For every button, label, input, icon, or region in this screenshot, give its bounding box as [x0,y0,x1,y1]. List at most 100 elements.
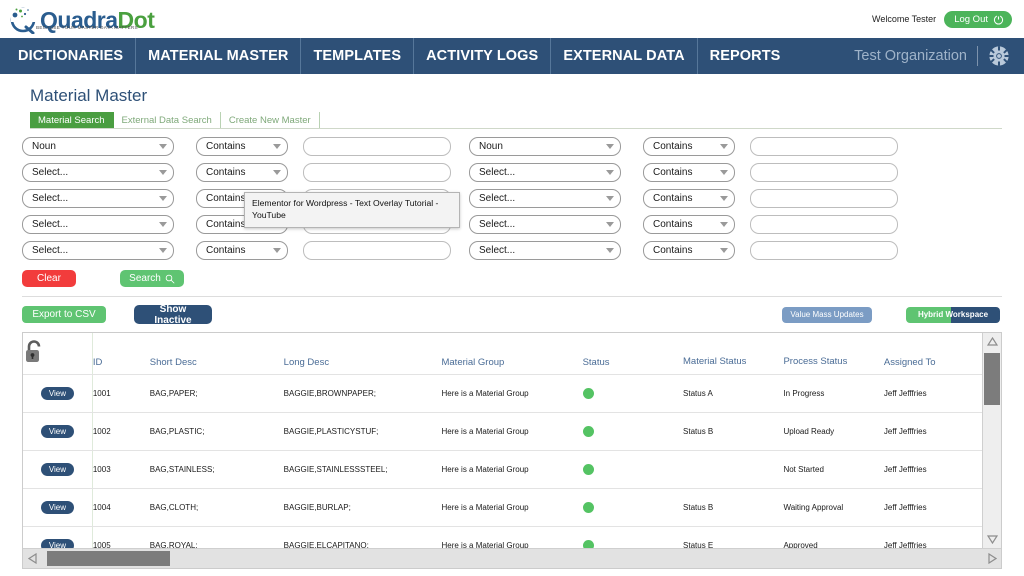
nav-item-material-master[interactable]: MATERIAL MASTER [136,38,302,74]
vertical-scroll-track[interactable] [983,349,1001,532]
chevron-down-icon [159,248,167,253]
column-header-status[interactable]: Status [582,333,684,375]
field-select-left-5[interactable]: Select... [22,241,174,260]
cell-id: 1004 [92,488,150,527]
logout-button[interactable]: Log Out [944,10,1012,28]
view-button[interactable]: View [40,500,75,514]
value-input-right-3[interactable] [750,189,898,208]
chevron-down-icon [720,222,728,227]
column-header-long-desc[interactable]: Long Desc [283,333,442,375]
gear-icon[interactable] [988,45,1010,67]
value-input-right-1[interactable] [750,137,898,156]
operator-select-left-2-value: Contains [206,167,246,178]
main-navigation: DICTIONARIES MATERIAL MASTER TEMPLATES A… [0,38,1024,74]
grid-vertical-scrollbar[interactable] [982,333,1001,548]
field-select-left-4[interactable]: Select... [22,215,174,234]
tab-material-search[interactable]: Material Search [30,112,114,128]
search-actions: Clear Search [22,270,1002,287]
chevron-down-icon [606,248,614,253]
value-input-left-1[interactable] [303,137,451,156]
chevron-down-icon [159,170,167,175]
nav-item-templates[interactable]: TEMPLATES [301,38,415,74]
hybrid-workspace-button[interactable]: Hybrid Workspace [906,306,1000,323]
field-select-right-4[interactable]: Select... [469,215,621,234]
cell-material-group: Here is a Material Group [441,412,583,451]
field-select-right-3[interactable]: Select... [469,189,621,208]
status-badge [582,501,594,513]
nav-item-external-data[interactable]: EXTERNAL DATA [551,38,698,74]
vertical-scroll-thumb[interactable] [984,353,1000,405]
cell-short-desc: BAG,STAINLESS; [149,450,284,489]
cell-material-group: Here is a Material Group [441,488,583,527]
scroll-down-arrow-icon[interactable] [985,532,1000,547]
view-button[interactable]: View [40,386,75,400]
field-select-left-1-value: Noun [32,141,56,152]
column-header-material-status[interactable]: Material Status [683,333,784,375]
grid-horizontal-scrollbar[interactable] [23,548,1001,568]
nav-item-reports[interactable]: REPORTS [698,38,793,74]
cell-material-group: Here is a Material Group [441,450,583,489]
scroll-up-arrow-icon[interactable] [985,334,1000,349]
clear-button[interactable]: Clear [22,270,76,287]
table-row[interactable]: View 1003 BAG,STAINLESS; BAGGIE,STAINLES… [23,450,982,489]
horizontal-scroll-thumb[interactable] [47,551,170,566]
column-header-id[interactable]: ID [92,333,150,375]
chevron-down-icon [606,144,614,149]
operator-select-left-2[interactable]: Contains [196,163,288,182]
table-row[interactable]: View 1001 BAG,PAPER; BAGGIE,BROWNPAPER; … [23,374,982,413]
tab-external-data-search[interactable]: External Data Search [114,112,221,128]
cell-long-desc: BAGGIE,PLASTICYSTUF; [283,412,442,451]
value-mass-updates-button[interactable]: Value Mass Updates [782,306,872,323]
cell-id: 1003 [92,450,150,489]
value-input-right-2[interactable] [750,163,898,182]
operator-select-left-5[interactable]: Contains [196,241,288,260]
field-select-left-2[interactable]: Select... [22,163,174,182]
status-badge [582,387,594,399]
column-header-process-status[interactable]: Process Status [783,333,884,375]
grid-viewport: ID Short Desc Long Desc Material Group S… [23,333,1001,565]
cell-assigned-to: Jeff Jefffries [883,450,982,489]
scroll-right-arrow-icon[interactable] [983,550,1001,568]
operator-select-left-1[interactable]: Contains [196,137,288,156]
search-button[interactable]: Search [120,270,184,287]
tab-create-new-master[interactable]: Create New Master [221,112,320,128]
value-input-left-5[interactable] [303,241,451,260]
row-view-cell: View [23,450,93,489]
cell-short-desc: BAG,CLOTH; [149,488,284,527]
value-input-left-2[interactable] [303,163,451,182]
view-button[interactable]: View [40,462,75,476]
operator-select-right-2[interactable]: Contains [643,163,735,182]
operator-select-right-1[interactable]: Contains [643,137,735,156]
view-button[interactable]: View [40,424,75,438]
value-input-right-5[interactable] [750,241,898,260]
field-select-left-1[interactable]: Noun [22,137,174,156]
field-select-right-1[interactable]: Noun [469,137,621,156]
scroll-left-arrow-icon[interactable] [23,550,41,568]
app-logo[interactable]: QuadraDot BECAUSE YOUR MASTER DATA MATTE… [6,4,155,35]
field-select-left-3[interactable]: Select... [22,189,174,208]
table-row[interactable]: View 1002 BAG,PLASTIC; BAGGIE,PLASTICYST… [23,412,982,451]
operator-select-right-5[interactable]: Contains [643,241,735,260]
cell-assigned-to: Jeff Jefffries [883,374,982,413]
value-input-right-4[interactable] [750,215,898,234]
cell-process-status: Upload Ready [783,412,884,451]
field-select-right-5[interactable]: Select... [469,241,621,260]
cell-material-group: Here is a Material Group [441,374,583,413]
export-to-csv-button[interactable]: Export to CSV [22,306,106,323]
column-header-short-desc[interactable]: Short Desc [149,333,284,375]
unlocked-padlock-icon[interactable] [23,339,45,365]
nav-item-dictionaries[interactable]: DICTIONARIES [0,38,137,74]
show-inactive-button[interactable]: Show Inactive [134,304,212,326]
grid-toolbar-right: Value Mass Updates Hybrid Workspace [782,306,1002,323]
cell-assigned-to: Jeff Jefffries [883,412,982,451]
power-icon [993,13,1004,25]
chevron-down-icon [720,248,728,253]
operator-select-right-4[interactable]: Contains [643,215,735,234]
table-row[interactable]: View 1004 BAG,CLOTH; BAGGIE,BURLAP; Here… [23,488,982,527]
operator-select-right-3[interactable]: Contains [643,189,735,208]
column-header-assigned-to[interactable]: Assigned To [883,333,982,375]
field-select-right-2[interactable]: Select... [469,163,621,182]
column-header-material-group[interactable]: Material Group [441,333,583,375]
nav-item-activity-logs[interactable]: ACTIVITY LOGS [414,38,552,74]
horizontal-scroll-track[interactable] [41,549,983,568]
